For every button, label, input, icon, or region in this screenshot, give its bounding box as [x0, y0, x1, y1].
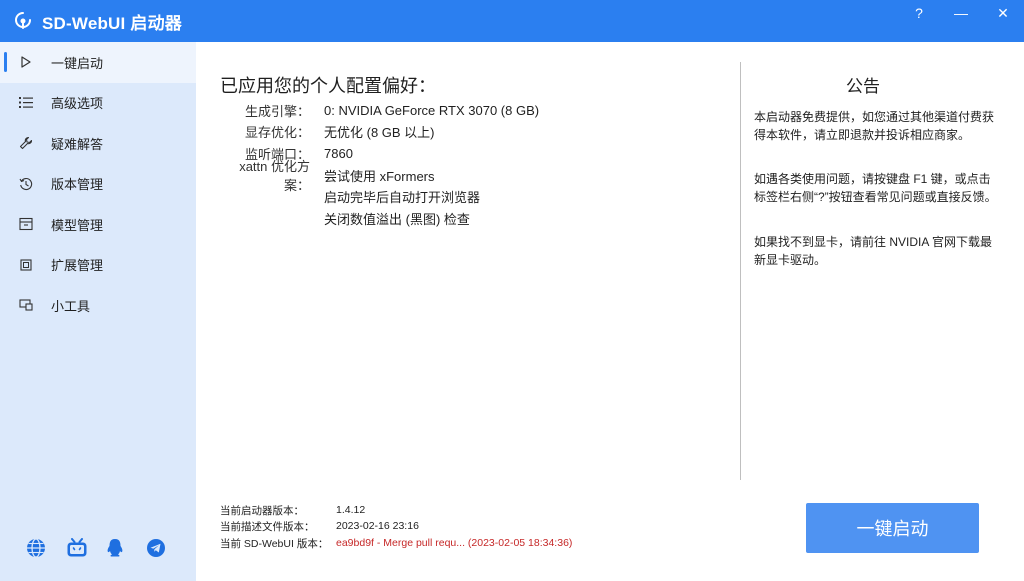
- version-label: 当前描述文件版本：: [220, 520, 315, 533]
- sidebar-item-tools[interactable]: 小工具: [0, 285, 196, 326]
- cabinet-icon: [18, 216, 34, 232]
- main-panel: 已应用您的个人配置偏好： 生成引擎： 0: NVIDIA GeForce RTX…: [196, 42, 1024, 581]
- sidebar-item-advanced[interactable]: 高级选项: [0, 83, 196, 124]
- config-value: 0: NVIDIA GeForce RTX 3070 (8 GB): [324, 102, 540, 118]
- sidebar-item-label: 模型管理: [51, 217, 104, 233]
- sidebar-item-label: 疑难解答: [51, 136, 104, 152]
- sidebar-item-troubleshoot[interactable]: 疑难解答: [0, 123, 196, 164]
- notice-title: 公告: [846, 77, 880, 96]
- sidebar-item-label: 小工具: [51, 298, 91, 314]
- help-button[interactable]: ?: [898, 0, 940, 26]
- config-row-vram: 显存优化： 无优化 (8 GB 以上): [220, 121, 435, 141]
- config-row-nan-check: 关闭数值溢出 (黑图) 检查: [220, 208, 470, 228]
- wrench-icon: [18, 135, 34, 151]
- sidebar-item-extensions[interactable]: 扩展管理: [0, 245, 196, 286]
- config-label: 生成引擎：: [244, 103, 310, 119]
- launch-button[interactable]: 一键启动: [806, 503, 979, 553]
- history-icon: [18, 176, 34, 192]
- version-label: 当前启动器版本：: [220, 504, 304, 517]
- config-row-xattn: xattn 优化方案： 尝试使用 xFormers: [220, 159, 435, 193]
- notice-paragraph: 本启动器免费提供，如您通过其他渠道付费获得本软件，请立即退款并投诉相应商家。: [754, 110, 995, 142]
- version-label: 当前 SD-WebUI 版本：: [220, 537, 329, 550]
- sidebar-item-models[interactable]: 模型管理: [0, 204, 196, 245]
- page-title: 已应用您的个人配置偏好：: [220, 76, 436, 96]
- globe-icon[interactable]: [26, 537, 66, 559]
- config-label: 显存优化：: [244, 124, 310, 140]
- sidebar-item-label: 高级选项: [51, 96, 104, 112]
- play-icon: [18, 54, 34, 70]
- sidebar-item-launch[interactable]: 一键启动: [0, 42, 196, 83]
- tools-icon: [18, 297, 34, 313]
- config-value: 启动完毕后自动打开浏览器: [324, 189, 481, 205]
- config-value: 尝试使用 xFormers: [324, 168, 435, 184]
- config-row-open-browser: 启动完毕后自动打开浏览器: [220, 186, 480, 206]
- bilibili-icon[interactable]: [66, 537, 106, 559]
- qq-icon[interactable]: [106, 537, 146, 559]
- sidebar-footer: [26, 537, 186, 559]
- version-row-descriptor: 当前描述文件版本： 2023-02-16 23:16: [220, 518, 419, 534]
- title-bar: SD-WebUI 启动器 ? — ✕: [0, 0, 1024, 42]
- sidebar: 一键启动 高级选项 疑难解答 版本管理 模型管理 扩展管理 小工具: [0, 42, 196, 581]
- version-value: 1.4.12: [336, 504, 366, 516]
- sidebar-item-label: 扩展管理: [51, 258, 104, 274]
- minimize-button[interactable]: —: [940, 0, 982, 26]
- notice-paragraph: 如果找不到显卡，请前往 NVIDIA 官网下载最新显卡驱动。: [754, 235, 993, 267]
- app-logo-icon: [12, 10, 34, 32]
- sidebar-item-label: 版本管理: [51, 177, 104, 193]
- window-title: SD-WebUI 启动器: [42, 13, 182, 33]
- notice-paragraph: 如遇各类使用问题，请按键盘 F1 键，或点击标签栏右侧“?”按钮查看常见问题或直…: [754, 172, 997, 204]
- sidebar-item-versions[interactable]: 版本管理: [0, 164, 196, 205]
- chip-icon: [18, 257, 34, 273]
- window-controls: ? — ✕: [898, 0, 1024, 26]
- list-icon: [18, 95, 34, 111]
- vertical-divider: [740, 62, 741, 480]
- config-value: 无优化 (8 GB 以上): [324, 124, 435, 140]
- version-value-webui[interactable]: ea9bd9f - Merge pull requ... (2023-02-05…: [336, 537, 572, 549]
- config-row-engine: 生成引擎： 0: NVIDIA GeForce RTX 3070 (8 GB): [220, 100, 539, 120]
- close-button[interactable]: ✕: [982, 0, 1024, 26]
- sidebar-item-label: 一键启动: [51, 55, 104, 71]
- config-value: 7860: [324, 145, 353, 161]
- config-value: 关闭数值溢出 (黑图) 检查: [324, 211, 470, 227]
- version-row-webui: 当前 SD-WebUI 版本： ea9bd9f - Merge pull req…: [220, 535, 572, 551]
- version-value: 2023-02-16 23:16: [336, 520, 419, 532]
- telegram-icon[interactable]: [146, 537, 186, 559]
- version-row-launcher: 当前启动器版本： 1.4.12: [220, 502, 365, 518]
